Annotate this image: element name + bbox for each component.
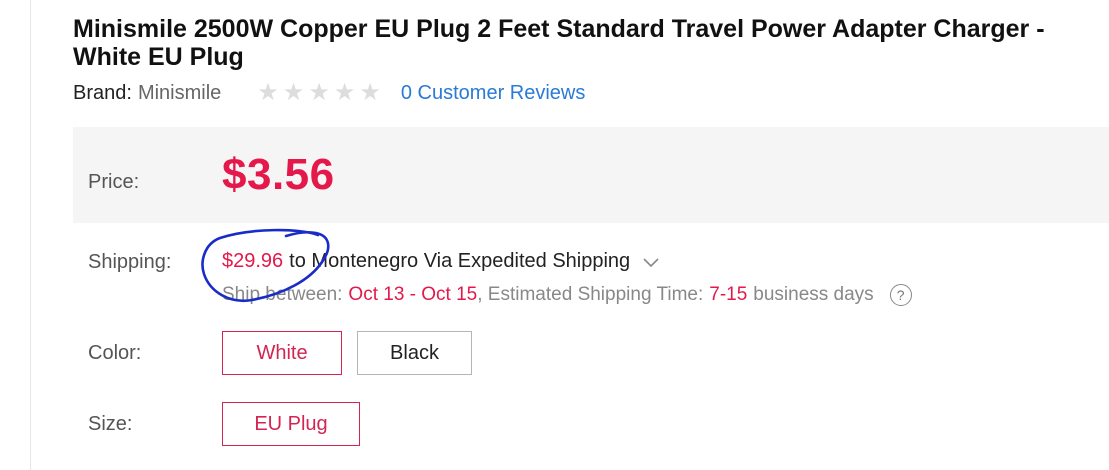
price-value: $3.56 [222,150,335,199]
customer-reviews-link[interactable]: 0 Customer Reviews [401,82,586,105]
color-option-black[interactable]: Black [357,331,472,375]
star-icon: ★ [282,79,305,106]
shipping-cost: $29.96 [222,250,284,272]
size-option-eu-plug[interactable]: EU Plug [222,402,360,446]
estimated-time-value: 7-15 [709,284,748,305]
shipping-selector[interactable]: $29.96 to Montenegro Via Expedited Shipp… [222,250,660,273]
shipping-label: Shipping: [88,251,172,273]
brand-value: Minismile [137,81,222,104]
size-label: Size: [88,413,133,435]
product-meta-row: Brand: Minismile ★ ★ ★ ★ ★ 0 Customer Re… [73,79,585,107]
star-icon: ★ [257,79,279,106]
estimated-time-label: , Estimated Shipping Time: [477,284,704,305]
rating-stars: ★ ★ ★ ★ ★ [257,81,381,105]
left-divider [30,0,31,470]
shipping-destination: to Montenegro Via Expedited Shipping [289,250,631,272]
price-label: Price: [88,171,140,193]
ship-between-label: Ship between: [222,284,343,305]
product-title: Minismile 2500W Copper EU Plug 2 Feet St… [73,15,1045,71]
star-icon: ★ [308,79,330,106]
brand-label: Brand: [73,81,132,104]
product-info-page: Minismile 2500W Copper EU Plug 2 Feet St… [0,0,1109,470]
shipping-details: Ship between: Oct 13 - Oct 15 , Estimate… [222,284,912,306]
ship-between-dates: Oct 13 - Oct 15 [348,284,478,305]
question-circle-icon[interactable]: ? [889,284,912,306]
star-icon: ★ [333,79,356,106]
color-label: Color: [88,342,142,364]
estimated-time-unit: business days [753,284,874,305]
chevron-down-icon[interactable] [642,253,660,271]
color-option-white[interactable]: White [222,331,342,375]
star-icon: ★ [359,79,381,106]
